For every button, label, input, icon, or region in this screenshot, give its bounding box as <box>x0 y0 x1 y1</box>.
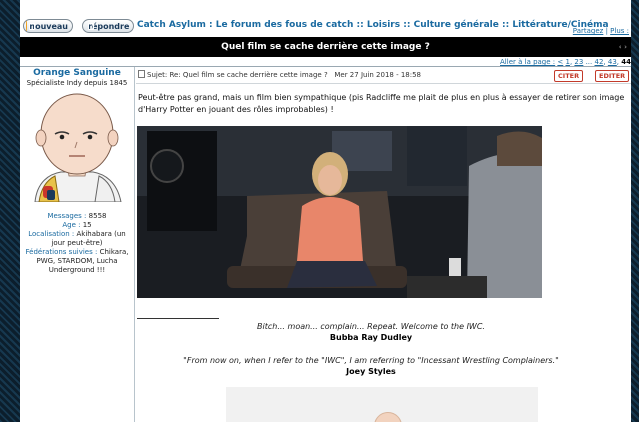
quote-button[interactable]: CITER <box>554 70 584 82</box>
signature-separator <box>137 318 219 319</box>
share-link[interactable]: Partagez <box>573 27 604 35</box>
breadcrumb-forum[interactable]: Catch Asylum : Le forum des fous de catc… <box>137 20 353 30</box>
quote-label: CITER <box>558 72 580 80</box>
signature-quote-2: "From now on, when I refer to the "IWC",… <box>136 356 606 365</box>
post-body: Peut-être pas grand, mais un film bien s… <box>138 93 625 114</box>
edit-button[interactable]: EDITER <box>595 70 630 82</box>
topic-nav-arrows[interactable]: ‹ › <box>619 37 627 57</box>
author-stats: Messages : 8558 Age : 15 Localisation : … <box>20 212 134 275</box>
avatar[interactable] <box>25 90 129 203</box>
breadcrumb-separator: :: <box>403 20 411 30</box>
pager-page-1[interactable]: 1 <box>566 58 570 66</box>
pager-prev[interactable]: < <box>557 58 563 66</box>
reply-label: répondre <box>88 21 130 31</box>
author-profile: Orange Sanguine Spécialiste Indy depuis … <box>20 67 135 422</box>
pager-label: Aller à la page : <box>500 58 556 66</box>
post-subject[interactable]: Sujet: Re: Quel film se cache derrière c… <box>147 71 328 79</box>
signature-image <box>226 387 538 422</box>
top-bar: nouveau répondre Catch Asylum : Le forum… <box>20 0 631 36</box>
breadcrumb: Catch Asylum : Le forum des fous de catc… <box>137 20 609 30</box>
background-pattern-left <box>0 0 20 422</box>
pager-ellipsis: ... <box>585 58 593 66</box>
topic-title: Quel film se cache derrière cette image … <box>221 42 430 52</box>
breadcrumb-section[interactable]: Loisirs <box>367 20 400 30</box>
pager-page-43[interactable]: 43 <box>608 58 617 66</box>
author-rank: Spécialiste Indy depuis 1845 <box>26 79 128 87</box>
pager-current-page: 44 <box>621 58 631 66</box>
top-links: Partagez | Plus : <box>572 27 629 35</box>
signature-author-1: Bubba Ray Dudley <box>329 333 413 342</box>
federations-label: Fédérations suivies : <box>25 248 98 256</box>
age-value: 15 <box>82 221 92 229</box>
pagination: Aller à la page : < 1, 23 ... 42, 43, 44 <box>500 58 631 66</box>
post-header: Sujet: Re: Quel film se cache derrière c… <box>138 70 421 79</box>
pager-page-42[interactable]: 42 <box>595 58 604 66</box>
signature-quote-1-text: Bitch... moan... complain... Repeat. Wel… <box>257 322 485 331</box>
location-label: Localisation : <box>28 230 75 238</box>
breadcrumb-separator: :: <box>501 20 510 30</box>
signature-quote-1: Bitch... moan... complain... Repeat. Wel… <box>136 322 606 331</box>
signature-quote-2-text: "From now on, when I refer to the "IWC",… <box>183 356 559 365</box>
breadcrumb-subsection[interactable]: Culture générale <box>414 20 499 30</box>
new-topic-button[interactable]: nouveau <box>23 19 73 33</box>
messages-count: 8558 <box>88 212 107 220</box>
breadcrumb-separator: :: <box>356 20 364 30</box>
edit-label: EDITER <box>599 72 626 80</box>
signature-author-2: Joey Styles <box>346 367 396 376</box>
document-icon <box>138 70 145 78</box>
signature-image-figure <box>374 412 402 422</box>
new-topic-label: nouveau <box>29 21 68 31</box>
messages-label: Messages : <box>47 212 87 220</box>
more-link[interactable]: Plus : <box>610 27 629 35</box>
forum-page: nouveau répondre Catch Asylum : Le forum… <box>20 0 631 422</box>
author-name[interactable]: Orange Sanguine <box>20 68 134 78</box>
post-date: Mer 27 Juin 2018 - 18:58 <box>334 71 422 79</box>
age-label: Age : <box>62 221 81 229</box>
reply-button[interactable]: répondre <box>82 19 134 33</box>
post-header-divider <box>136 83 631 84</box>
pager-page-23[interactable]: 23 <box>574 58 583 66</box>
post: Sujet: Re: Quel film se cache derrière c… <box>136 67 631 422</box>
topic-title-bar: Quel film se cache derrière cette image … <box>20 37 631 57</box>
post-image[interactable] <box>137 126 542 298</box>
